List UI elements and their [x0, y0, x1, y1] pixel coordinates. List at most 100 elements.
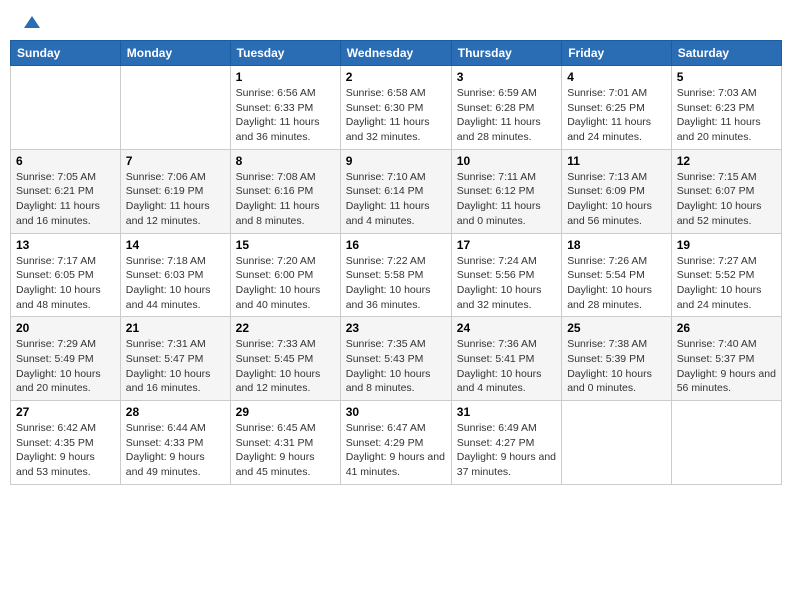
calendar-cell: 19Sunrise: 7:27 AM Sunset: 5:52 PM Dayli…	[671, 233, 781, 317]
day-info: Sunrise: 7:22 AM Sunset: 5:58 PM Dayligh…	[346, 254, 446, 313]
day-number: 26	[677, 321, 776, 335]
calendar-header-row: SundayMondayTuesdayWednesdayThursdayFrid…	[11, 41, 782, 66]
day-of-week-header: Monday	[120, 41, 230, 66]
day-number: 20	[16, 321, 115, 335]
calendar-cell	[120, 66, 230, 150]
calendar-cell: 8 Sunrise: 7:08 AM Sunset: 6:16 PM Daylig…	[230, 149, 340, 233]
day-info: Sunrise: 7:06 AM Sunset: 6:19 PM Dayligh…	[126, 170, 225, 229]
logo	[18, 14, 42, 30]
day-number: 10	[457, 154, 556, 168]
day-number: 12	[677, 154, 776, 168]
logo-icon	[22, 14, 42, 34]
day-info: Sunrise: 7:35 AM Sunset: 5:43 PM Dayligh…	[346, 337, 446, 396]
day-info: Sunrise: 7:26 AM Sunset: 5:54 PM Dayligh…	[567, 254, 666, 313]
day-number: 6	[16, 154, 115, 168]
day-info: Sunrise: 7:03 AM Sunset: 6:23 PM Dayligh…	[677, 86, 776, 145]
day-number: 27	[16, 405, 115, 419]
calendar-cell	[671, 401, 781, 485]
day-number: 8	[236, 154, 335, 168]
day-info: Sunrise: 7:20 AM Sunset: 6:00 PM Dayligh…	[236, 254, 335, 313]
day-info: Sunrise: 7:17 AM Sunset: 6:05 PM Dayligh…	[16, 254, 115, 313]
day-number: 4	[567, 70, 666, 84]
calendar-cell: 7 Sunrise: 7:06 AM Sunset: 6:19 PM Daylig…	[120, 149, 230, 233]
day-number: 15	[236, 238, 335, 252]
calendar-cell: 12 Sunrise: 7:15 AM Sunset: 6:07 PM Dayli…	[671, 149, 781, 233]
day-info: Sunrise: 7:36 AM Sunset: 5:41 PM Dayligh…	[457, 337, 556, 396]
calendar-cell: 16 Sunrise: 7:22 AM Sunset: 5:58 PM Dayli…	[340, 233, 451, 317]
day-number: 30	[346, 405, 446, 419]
day-number: 24	[457, 321, 556, 335]
day-number: 5	[677, 70, 776, 84]
day-info: Sunrise: 6:58 AM Sunset: 6:30 PM Dayligh…	[346, 86, 446, 145]
day-number: 13	[16, 238, 115, 252]
calendar-cell: 22 Sunrise: 7:33 AM Sunset: 5:45 PM Dayli…	[230, 317, 340, 401]
day-number: 16	[346, 238, 446, 252]
calendar-week-row: 1 Sunrise: 6:56 AM Sunset: 6:33 PM Daylig…	[11, 66, 782, 150]
day-number: 22	[236, 321, 335, 335]
day-info: Sunrise: 6:56 AM Sunset: 6:33 PM Dayligh…	[236, 86, 335, 145]
calendar-cell: 13 Sunrise: 7:17 AM Sunset: 6:05 PM Dayli…	[11, 233, 121, 317]
calendar-cell: 21Sunrise: 7:31 AM Sunset: 5:47 PM Dayli…	[120, 317, 230, 401]
day-info: Sunrise: 6:47 AM Sunset: 4:29 PM Dayligh…	[346, 421, 446, 480]
day-number: 1	[236, 70, 335, 84]
calendar-week-row: 27Sunrise: 6:42 AM Sunset: 4:35 PM Dayli…	[11, 401, 782, 485]
calendar-cell: 20 Sunrise: 7:29 AM Sunset: 5:49 PM Dayli…	[11, 317, 121, 401]
calendar-cell: 2 Sunrise: 6:58 AM Sunset: 6:30 PM Daylig…	[340, 66, 451, 150]
day-number: 31	[457, 405, 556, 419]
day-number: 3	[457, 70, 556, 84]
day-number: 2	[346, 70, 446, 84]
calendar-cell	[562, 401, 672, 485]
day-info: Sunrise: 7:13 AM Sunset: 6:09 PM Dayligh…	[567, 170, 666, 229]
calendar-cell: 18 Sunrise: 7:26 AM Sunset: 5:54 PM Dayli…	[562, 233, 672, 317]
day-number: 11	[567, 154, 666, 168]
day-info: Sunrise: 7:27 AM Sunset: 5:52 PM Dayligh…	[677, 254, 776, 313]
page-header	[10, 10, 782, 34]
calendar-cell: 14Sunrise: 7:18 AM Sunset: 6:03 PM Dayli…	[120, 233, 230, 317]
calendar-cell: 30 Sunrise: 6:47 AM Sunset: 4:29 PM Dayli…	[340, 401, 451, 485]
day-info: Sunrise: 7:29 AM Sunset: 5:49 PM Dayligh…	[16, 337, 115, 396]
day-info: Sunrise: 7:01 AM Sunset: 6:25 PM Dayligh…	[567, 86, 666, 145]
calendar-week-row: 20 Sunrise: 7:29 AM Sunset: 5:49 PM Dayli…	[11, 317, 782, 401]
day-number: 17	[457, 238, 556, 252]
day-number: 29	[236, 405, 335, 419]
day-number: 25	[567, 321, 666, 335]
day-of-week-header: Saturday	[671, 41, 781, 66]
day-number: 14	[126, 238, 225, 252]
calendar-cell: 10 Sunrise: 7:11 AM Sunset: 6:12 PM Dayli…	[451, 149, 561, 233]
day-number: 18	[567, 238, 666, 252]
day-of-week-header: Friday	[562, 41, 672, 66]
day-info: Sunrise: 7:08 AM Sunset: 6:16 PM Dayligh…	[236, 170, 335, 229]
calendar-cell: 24 Sunrise: 7:36 AM Sunset: 5:41 PM Dayli…	[451, 317, 561, 401]
day-info: Sunrise: 7:31 AM Sunset: 5:47 PM Dayligh…	[126, 337, 225, 396]
day-of-week-header: Sunday	[11, 41, 121, 66]
day-info: Sunrise: 6:44 AM Sunset: 4:33 PM Dayligh…	[126, 421, 225, 480]
calendar-cell: 6 Sunrise: 7:05 AM Sunset: 6:21 PM Daylig…	[11, 149, 121, 233]
day-of-week-header: Wednesday	[340, 41, 451, 66]
day-of-week-header: Tuesday	[230, 41, 340, 66]
calendar-cell: 31 Sunrise: 6:49 AM Sunset: 4:27 PM Dayli…	[451, 401, 561, 485]
day-info: Sunrise: 7:38 AM Sunset: 5:39 PM Dayligh…	[567, 337, 666, 396]
calendar-cell: 26Sunrise: 7:40 AM Sunset: 5:37 PM Dayli…	[671, 317, 781, 401]
calendar-week-row: 6 Sunrise: 7:05 AM Sunset: 6:21 PM Daylig…	[11, 149, 782, 233]
day-info: Sunrise: 7:11 AM Sunset: 6:12 PM Dayligh…	[457, 170, 556, 229]
calendar-cell: 25 Sunrise: 7:38 AM Sunset: 5:39 PM Dayli…	[562, 317, 672, 401]
day-info: Sunrise: 6:45 AM Sunset: 4:31 PM Dayligh…	[236, 421, 335, 480]
day-info: Sunrise: 7:10 AM Sunset: 6:14 PM Dayligh…	[346, 170, 446, 229]
day-info: Sunrise: 7:33 AM Sunset: 5:45 PM Dayligh…	[236, 337, 335, 396]
calendar-cell: 23 Sunrise: 7:35 AM Sunset: 5:43 PM Dayli…	[340, 317, 451, 401]
calendar-cell: 29 Sunrise: 6:45 AM Sunset: 4:31 PM Dayli…	[230, 401, 340, 485]
calendar-cell: 11 Sunrise: 7:13 AM Sunset: 6:09 PM Dayli…	[562, 149, 672, 233]
day-number: 7	[126, 154, 225, 168]
calendar-cell: 3Sunrise: 6:59 AM Sunset: 6:28 PM Daylig…	[451, 66, 561, 150]
day-info: Sunrise: 7:05 AM Sunset: 6:21 PM Dayligh…	[16, 170, 115, 229]
day-of-week-header: Thursday	[451, 41, 561, 66]
calendar-cell: 15 Sunrise: 7:20 AM Sunset: 6:00 PM Dayli…	[230, 233, 340, 317]
day-info: Sunrise: 7:15 AM Sunset: 6:07 PM Dayligh…	[677, 170, 776, 229]
calendar-cell: 9 Sunrise: 7:10 AM Sunset: 6:14 PM Daylig…	[340, 149, 451, 233]
day-number: 9	[346, 154, 446, 168]
calendar-cell: 1 Sunrise: 6:56 AM Sunset: 6:33 PM Daylig…	[230, 66, 340, 150]
day-info: Sunrise: 6:49 AM Sunset: 4:27 PM Dayligh…	[457, 421, 556, 480]
day-number: 28	[126, 405, 225, 419]
calendar-cell: 17Sunrise: 7:24 AM Sunset: 5:56 PM Dayli…	[451, 233, 561, 317]
day-number: 23	[346, 321, 446, 335]
